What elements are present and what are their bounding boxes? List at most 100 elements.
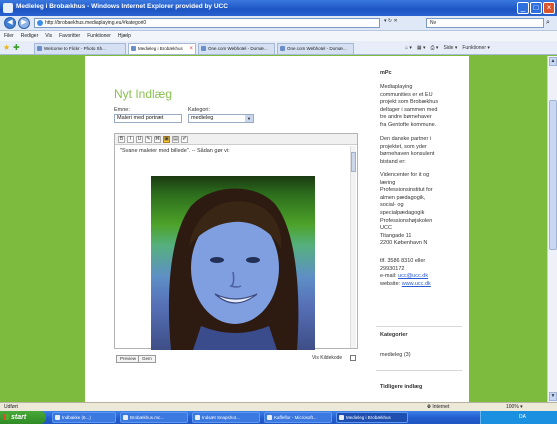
window-titlebar: Medieleg i Brobækhus - Windows Internet … bbox=[0, 0, 557, 16]
edit-button[interactable]: ✐ bbox=[181, 136, 188, 143]
center-address: Videncenter for it og læring Professions… bbox=[380, 172, 433, 247]
refresh-stop-buttons[interactable]: ▾ ↻ ✕ bbox=[384, 18, 424, 28]
medieleg-tab-icon bbox=[131, 46, 136, 51]
windows-logo-icon bbox=[3, 414, 9, 420]
menu-view[interactable]: Vis bbox=[45, 31, 52, 41]
editor-scrollbar[interactable] bbox=[350, 146, 356, 348]
child-portrait-image[interactable] bbox=[151, 176, 315, 350]
ie-icon bbox=[3, 3, 13, 13]
preview-button[interactable]: Preview bbox=[116, 355, 141, 363]
underline-button[interactable]: U bbox=[136, 136, 143, 143]
ie-icon bbox=[339, 415, 344, 420]
tab-bar: ★ ✚ Welcome to Flickr - Photo Sh... Medi… bbox=[0, 41, 557, 55]
tab-medieleg[interactable]: Medieleg i Brobækhus × bbox=[128, 43, 196, 54]
flickr-tab-icon bbox=[37, 46, 42, 51]
link-button[interactable]: ✎ bbox=[145, 136, 152, 143]
zoom-level[interactable]: 100% ▾ bbox=[506, 403, 523, 411]
taskbar: start Indbakke (6...) Brobækhus.mc... In… bbox=[0, 411, 557, 424]
task-inbox[interactable]: Indbakke (6...) bbox=[52, 412, 116, 423]
save-button[interactable]: Gem bbox=[138, 355, 156, 363]
about-text: Mediaplaying communities er et EU projek… bbox=[380, 84, 439, 128]
status-text: Udført bbox=[4, 404, 18, 410]
subject-label: Emne: bbox=[114, 107, 130, 113]
menu-help[interactable]: Hjælp bbox=[118, 31, 131, 41]
add-favorite-icon[interactable]: ✚ bbox=[13, 44, 20, 52]
folder-icon bbox=[123, 415, 128, 420]
back-button[interactable]: ◀ bbox=[4, 17, 16, 29]
page-scroll-thumb[interactable] bbox=[549, 100, 557, 250]
page-title: Nyt Indlæg bbox=[114, 87, 173, 101]
task-brobaekhus[interactable]: Brobækhus.mc... bbox=[120, 412, 188, 423]
feeds-icon[interactable]: ▦ ▾ bbox=[417, 43, 426, 53]
favorites-star-icon[interactable]: ★ bbox=[3, 44, 10, 52]
mail-icon bbox=[55, 415, 60, 420]
menu-edit[interactable]: Rediger bbox=[21, 31, 39, 41]
subject-input[interactable]: Maleri med portræt bbox=[114, 114, 182, 123]
website-link[interactable]: www.ucc.dk bbox=[402, 281, 431, 287]
partner-text: Den danske partner i projektet, som yder… bbox=[380, 136, 435, 165]
editor-text: "Svane maleier med billede". -- Sådan gø… bbox=[120, 148, 230, 154]
onecom-tab-icon bbox=[280, 46, 285, 51]
search-input[interactable]: Nv bbox=[426, 18, 544, 28]
minimize-button[interactable]: _ bbox=[517, 2, 529, 14]
task-snapshot[interactable]: Indsæt Snapshot... bbox=[192, 412, 260, 423]
task-medieleg[interactable]: Medieleg i Brobækhus bbox=[336, 412, 408, 423]
address-input[interactable]: http://brobaekhus.mediaplaying.eu/#kateg… bbox=[34, 18, 380, 28]
categories-heading: Kategorier bbox=[380, 332, 408, 338]
start-button[interactable]: start bbox=[0, 411, 46, 424]
sidebar-divider bbox=[376, 370, 462, 371]
menu-tools[interactable]: Funktioner bbox=[87, 31, 111, 41]
category-select[interactable]: medieleg ▼ bbox=[188, 114, 254, 123]
category-link[interactable]: medieleg (3) bbox=[380, 352, 411, 360]
maximize-button[interactable]: □ bbox=[530, 2, 542, 14]
scroll-up-icon[interactable]: ▲ bbox=[549, 57, 557, 66]
command-bar: ⌂ ▾ ▦ ▾ ⎙ ▾ Side ▾ Funktioner ▾ bbox=[405, 43, 555, 53]
sidebar-divider bbox=[376, 326, 462, 327]
menu-bar: Filer Rediger Vis Favoritter Funktioner … bbox=[0, 31, 557, 41]
source-checkbox[interactable] bbox=[350, 355, 356, 361]
page-menu[interactable]: Side ▾ bbox=[443, 43, 457, 53]
insert-image-button[interactable]: ▣ bbox=[163, 136, 170, 143]
tab-close-icon[interactable]: × bbox=[189, 44, 193, 54]
about-heading: mPc bbox=[380, 70, 392, 76]
tab-onecom-2[interactable]: One.com Webhotel - Domæ... bbox=[277, 43, 354, 54]
page-icon bbox=[37, 20, 43, 26]
address-toolbar: ◀ ▶ http://brobaekhus.mediaplaying.eu/#k… bbox=[0, 16, 557, 31]
scroll-down-icon[interactable]: ▼ bbox=[549, 392, 557, 401]
editor-scroll-thumb[interactable] bbox=[351, 152, 356, 172]
page-scrollbar[interactable]: ▲ ▼ bbox=[547, 56, 557, 402]
address-url: http://brobaekhus.mediaplaying.eu/#kateg… bbox=[45, 20, 147, 26]
snapshot-icon bbox=[195, 415, 200, 420]
home-icon[interactable]: ⌂ ▾ bbox=[405, 43, 412, 53]
insert-table-button[interactable]: ▤ bbox=[172, 136, 179, 143]
source-label: Vis Kildekode bbox=[312, 355, 343, 361]
tools-menu[interactable]: Funktioner ▾ bbox=[462, 43, 490, 53]
unlink-button[interactable]: ⌘ bbox=[154, 136, 161, 143]
menu-favorites[interactable]: Favoritter bbox=[59, 31, 80, 41]
chevron-down-icon: ▼ bbox=[245, 115, 253, 122]
window-controls: _ □ × bbox=[517, 2, 555, 14]
forward-button[interactable]: ▶ bbox=[18, 17, 30, 29]
email-link[interactable]: ucc@ucc.dk bbox=[398, 273, 428, 279]
portrait-drawing bbox=[168, 188, 299, 350]
tab-flickr[interactable]: Welcome to Flickr - Photo Sh... bbox=[34, 43, 126, 54]
bold-button[interactable]: B bbox=[118, 136, 125, 143]
task-word[interactable]: Kaffeflor - Microsoft... bbox=[264, 412, 332, 423]
rich-text-editor[interactable]: B I U ✎ ⌘ ▣ ▤ ✐ "Svane maleier med bille… bbox=[114, 133, 358, 350]
category-label: Kategori: bbox=[188, 107, 211, 113]
earlier-posts-heading: Tidligere indlæg bbox=[380, 384, 423, 390]
system-tray: DA bbox=[480, 411, 557, 424]
window-title: Medieleg i Brobækhus - Windows Internet … bbox=[16, 3, 228, 10]
search-icon[interactable]: ⌕ bbox=[546, 18, 556, 28]
tab-onecom-1[interactable]: One.com Webhotel - Domæ... bbox=[198, 43, 275, 54]
editor-toolbar: B I U ✎ ⌘ ▣ ▤ ✐ bbox=[115, 134, 357, 145]
document-icon bbox=[267, 415, 272, 420]
italic-button[interactable]: I bbox=[127, 136, 134, 143]
onecom-tab-icon bbox=[201, 46, 206, 51]
language-indicator[interactable]: DA bbox=[519, 414, 526, 420]
contact-info: tlf. 3586 8310 eller 29930172 e-mail: uc… bbox=[380, 258, 431, 287]
menu-file[interactable]: Filer bbox=[4, 31, 14, 41]
close-button[interactable]: × bbox=[543, 2, 555, 14]
status-bar: Udført 🌐︎ Internet 100% ▾ bbox=[0, 402, 557, 411]
print-icon[interactable]: ⎙ ▾ bbox=[431, 43, 439, 53]
